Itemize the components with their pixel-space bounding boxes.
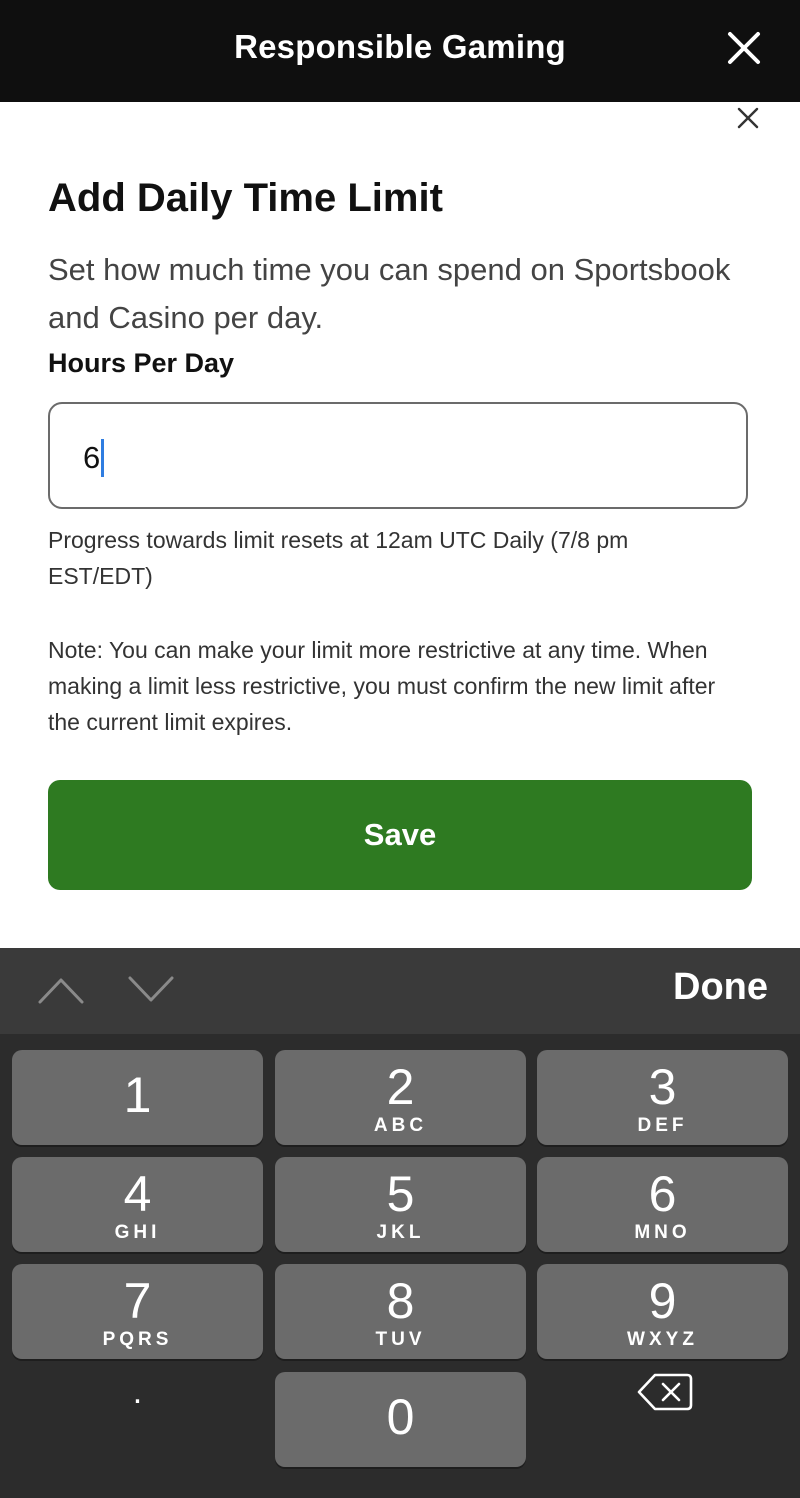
time-limit-sheet: Add Daily Time Limit Set how much time y… [0, 102, 800, 948]
close-icon[interactable] [726, 30, 762, 66]
key-1[interactable]: 1 [12, 1050, 263, 1145]
key-digit: 3 [648, 1059, 677, 1115]
key-8[interactable]: 8 TUV [275, 1264, 526, 1359]
key-letters: ABC [373, 1115, 428, 1136]
key-digit: 0 [386, 1389, 415, 1445]
hours-value: 6 [83, 440, 101, 475]
key-digit: 7 [123, 1273, 152, 1329]
sheet-title: Add Daily Time Limit [48, 176, 443, 220]
key-0[interactable]: 0 [275, 1372, 526, 1467]
key-letters: JKL [376, 1222, 425, 1243]
hours-per-day-label: Hours Per Day [48, 348, 235, 378]
done-button[interactable]: Done [673, 966, 768, 1009]
key-digit: 4 [123, 1166, 152, 1222]
key-decimal[interactable]: . [12, 1345, 263, 1440]
key-letters: DEF [637, 1115, 688, 1136]
key-4[interactable]: 4 GHI [12, 1157, 263, 1252]
keyboard-accessory-bar: Done [0, 948, 800, 1034]
hours-per-day-input[interactable]: 6 [48, 402, 748, 509]
backspace-icon [637, 1373, 693, 1411]
sheet-description: Set how much time you can spend on Sport… [48, 252, 731, 335]
header-title: Responsible Gaming [234, 28, 566, 65]
app-header: Responsible Gaming [0, 0, 800, 102]
key-letters: MNO [634, 1222, 691, 1243]
note-text: Note: You can make your limit more restr… [48, 637, 716, 735]
key-digit: 2 [386, 1059, 415, 1115]
backspace-key[interactable] [537, 1345, 788, 1440]
save-button[interactable]: Save [48, 780, 752, 890]
key-digit: 9 [648, 1273, 677, 1329]
key-6[interactable]: 6 MNO [537, 1157, 788, 1252]
save-button-label: Save [363, 817, 437, 852]
key-3[interactable]: 3 DEF [537, 1050, 788, 1145]
key-digit: 1 [123, 1067, 152, 1123]
key-letters: TUV [375, 1329, 426, 1350]
key-5[interactable]: 5 JKL [275, 1157, 526, 1252]
key-digit: 8 [386, 1273, 415, 1329]
reset-info-text: Progress towards limit resets at 12am UT… [48, 527, 629, 589]
key-digit: 5 [386, 1166, 415, 1222]
text-caret [101, 439, 104, 477]
key-2[interactable]: 2 ABC [275, 1050, 526, 1145]
key-digit: 6 [648, 1166, 677, 1222]
chevron-down-icon[interactable] [126, 970, 176, 1010]
chevron-up-icon[interactable] [36, 970, 86, 1010]
sheet-close-icon[interactable] [736, 106, 760, 130]
key-letters: GHI [114, 1222, 161, 1243]
